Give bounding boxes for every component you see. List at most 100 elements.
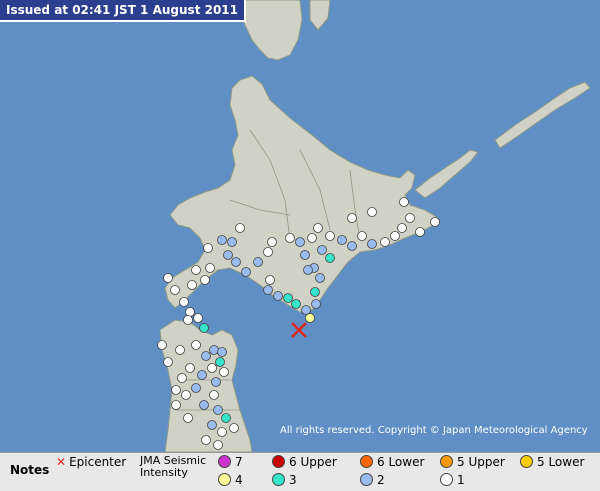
station-marker [231,257,241,267]
station-marker [357,231,367,241]
legend: Notes ✕ Epicenter JMA Seismic Intensity 7… [0,452,600,491]
station-marker [300,250,310,260]
station-marker [211,377,221,387]
station-marker [347,213,357,223]
station-marker [291,299,301,309]
station-marker [219,367,229,377]
intensity-dot-icon [272,455,285,468]
station-marker [183,413,193,423]
intensity-dot-icon [218,473,231,486]
station-marker [171,385,181,395]
scale-label: JMA Seismic Intensity [140,454,207,479]
station-marker [325,253,335,263]
station-marker [430,217,440,227]
station-marker [399,197,409,207]
station-marker [187,280,197,290]
station-marker [217,235,227,245]
legend-level-1: 7 [218,455,243,469]
station-marker [205,263,215,273]
station-marker [317,245,327,255]
station-marker [263,247,273,257]
station-marker [310,287,320,297]
station-marker [201,435,211,445]
station-marker [185,307,195,317]
intensity-dot-icon [272,473,285,486]
station-marker [199,400,209,410]
station-marker [191,265,201,275]
station-marker [199,323,209,333]
station-marker [215,357,225,367]
station-marker [227,237,237,247]
intensity-map: Issued at 02:41 JST 1 August 2011 All ri… [0,0,600,452]
station-marker [415,227,425,237]
epicenter-icon: ✕ [56,455,67,469]
station-marker [367,239,377,249]
legend-level-7: 3 [272,473,297,487]
legend-level-2: 6 Upper [272,455,337,469]
epicenter-label: Epicenter [69,455,127,469]
station-marker [157,340,167,350]
legend-level-3: 6 Lower [360,455,424,469]
station-marker [170,285,180,295]
legend-level-4: 5 Upper [440,455,505,469]
station-marker [311,299,321,309]
station-marker [201,351,211,361]
legend-level-6: 4 [218,473,243,487]
station-marker [213,440,223,450]
station-marker [263,285,273,295]
station-marker [380,237,390,247]
station-marker [221,413,231,423]
station-marker [347,241,357,251]
station-marker [273,291,283,301]
station-marker [203,243,213,253]
station-marker [307,233,317,243]
station-marker [337,235,347,245]
station-marker [209,390,219,400]
station-marker [325,231,335,241]
station-marker [305,313,315,323]
station-marker [217,347,227,357]
station-marker [209,345,219,355]
station-marker [265,275,275,285]
station-marker [283,293,293,303]
station-marker [193,313,203,323]
station-marker [213,405,223,415]
station-marker [295,237,305,247]
station-marker [267,237,277,247]
station-marker [405,213,415,223]
station-marker [241,267,251,277]
intensity-dot-icon [440,473,453,486]
intensity-dot-icon [218,455,231,468]
station-marker [200,275,210,285]
station-marker [181,390,191,400]
station-marker [197,370,207,380]
station-marker [367,207,377,217]
station-marker [303,265,313,275]
station-marker [301,305,311,315]
station-marker [175,345,185,355]
station-marker [171,400,181,410]
station-marker [163,273,173,283]
station-marker [191,340,201,350]
station-marker [397,223,407,233]
station-marker [163,357,173,367]
station-marker [253,257,263,267]
station-marker [179,297,189,307]
station-marker [223,250,233,260]
station-marker [183,315,193,325]
copyright-text: All rights reserved. Copyright © Japan M… [280,425,588,436]
legend-level-5: 5 Lower [520,455,584,469]
legend-level-9: 1 [440,473,465,487]
station-marker [177,373,187,383]
map-svg [0,0,600,452]
station-marker [207,363,217,373]
station-marker [217,427,227,437]
legend-epicenter: ✕ Epicenter [56,455,126,469]
legend-level-8: 2 [360,473,385,487]
station-marker [390,231,400,241]
intensity-dot-icon [440,455,453,468]
issued-time: Issued at 02:41 JST 1 August 2011 [0,0,247,22]
station-marker [191,383,201,393]
station-marker [229,423,239,433]
station-marker [313,223,323,233]
